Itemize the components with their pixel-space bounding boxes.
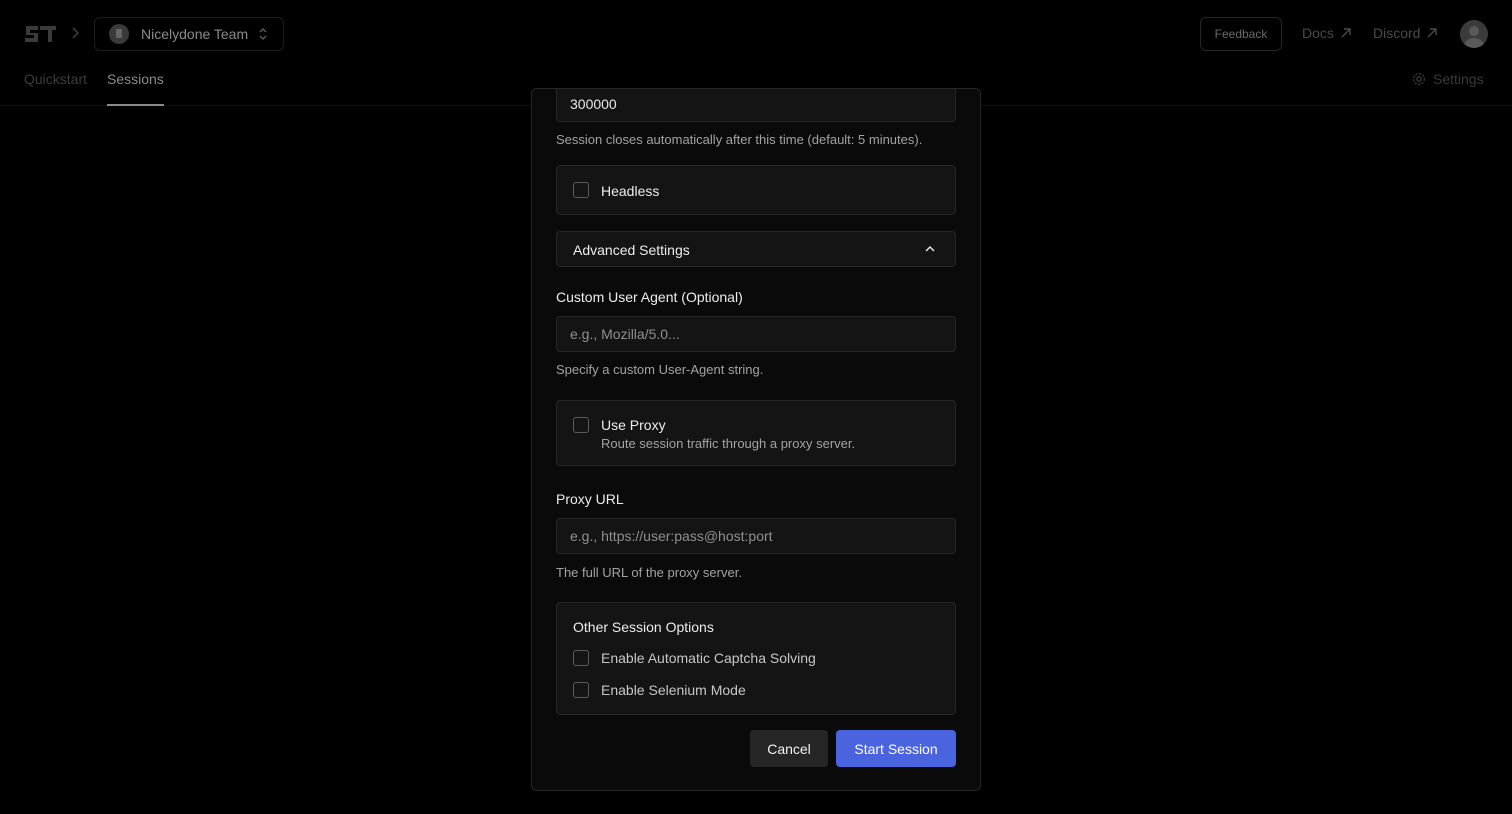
settings-label: Settings bbox=[1433, 71, 1484, 87]
gear-icon bbox=[1412, 72, 1426, 86]
feedback-button[interactable]: Feedback bbox=[1200, 17, 1282, 51]
captcha-checkbox[interactable] bbox=[573, 650, 589, 666]
proxy-url-input[interactable]: e.g., https://user:pass@host:port bbox=[556, 518, 956, 554]
tab-sessions[interactable]: Sessions bbox=[107, 71, 164, 106]
user-avatar[interactable] bbox=[1460, 20, 1488, 48]
headless-checkbox[interactable] bbox=[573, 182, 589, 198]
docs-link[interactable]: Docs bbox=[1302, 25, 1352, 41]
top-navigation: Nicelydone Team Feedback Docs Discord bbox=[0, 0, 1512, 68]
use-proxy-card[interactable]: Use Proxy Route session traffic through … bbox=[556, 400, 956, 466]
settings-link[interactable]: Settings bbox=[1412, 71, 1484, 87]
selenium-option-label: Enable Selenium Mode bbox=[601, 682, 746, 698]
cancel-button[interactable]: Cancel bbox=[750, 730, 828, 767]
docs-link-label: Docs bbox=[1302, 25, 1334, 41]
other-session-options-card: Other Session Options Enable Automatic C… bbox=[556, 602, 956, 715]
tab-quickstart[interactable]: Quickstart bbox=[24, 71, 87, 106]
start-session-modal: 300000 Session closes automatically afte… bbox=[531, 88, 981, 791]
discord-link-label: Discord bbox=[1373, 25, 1421, 41]
external-arrow-icon bbox=[1427, 28, 1438, 38]
proxy-url-placeholder: e.g., https://user:pass@host:port bbox=[570, 528, 773, 544]
user-agent-input[interactable]: e.g., Mozilla/5.0... bbox=[556, 316, 956, 352]
team-name: Nicelydone Team bbox=[141, 26, 249, 42]
proxy-url-hint: The full URL of the proxy server. bbox=[556, 565, 742, 580]
start-session-button[interactable]: Start Session bbox=[836, 730, 956, 767]
timeout-hint: Session closes automatically after this … bbox=[556, 132, 923, 147]
use-proxy-label: Use Proxy bbox=[601, 417, 666, 433]
user-agent-hint: Specify a custom User-Agent string. bbox=[556, 362, 764, 377]
user-agent-placeholder: e.g., Mozilla/5.0... bbox=[570, 326, 680, 342]
advanced-settings-label: Advanced Settings bbox=[573, 242, 690, 258]
timeout-input[interactable]: 300000 bbox=[556, 89, 956, 122]
other-options-title: Other Session Options bbox=[573, 619, 714, 635]
chevron-up-icon bbox=[925, 245, 935, 252]
user-agent-label: Custom User Agent (Optional) bbox=[556, 289, 743, 305]
advanced-settings-toggle[interactable]: Advanced Settings bbox=[556, 231, 956, 267]
captcha-option-label: Enable Automatic Captcha Solving bbox=[601, 650, 816, 666]
external-arrow-icon bbox=[1341, 28, 1351, 38]
timeout-value: 300000 bbox=[570, 96, 617, 112]
headless-label: Headless bbox=[601, 183, 660, 199]
team-avatar bbox=[109, 24, 129, 44]
use-proxy-description: Route session traffic through a proxy se… bbox=[601, 436, 856, 451]
breadcrumb-chevron-icon bbox=[72, 27, 80, 39]
headless-option-card[interactable]: Headless bbox=[556, 165, 956, 215]
discord-link[interactable]: Discord bbox=[1373, 25, 1438, 41]
use-proxy-checkbox[interactable] bbox=[573, 417, 589, 433]
team-switcher[interactable]: Nicelydone Team bbox=[94, 17, 284, 51]
logo-icon bbox=[25, 26, 56, 42]
proxy-url-label: Proxy URL bbox=[556, 491, 624, 507]
selenium-checkbox[interactable] bbox=[573, 682, 589, 698]
chevron-up-down-icon bbox=[259, 28, 267, 40]
